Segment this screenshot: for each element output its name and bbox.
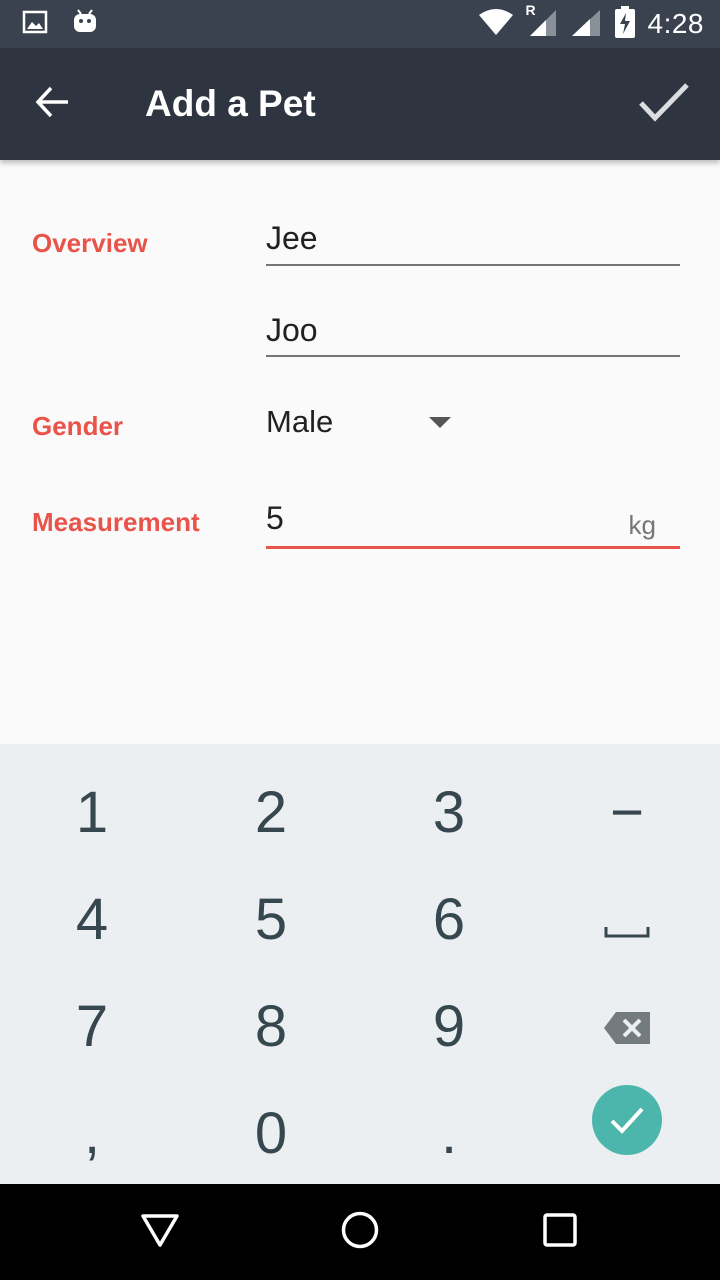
measurement-field[interactable]: 5 kg: [266, 500, 680, 549]
measurement-value: 5: [266, 500, 284, 536]
key-comma[interactable]: ,: [12, 1081, 172, 1185]
key-5[interactable]: 5: [191, 867, 351, 971]
first-name-value: Jee: [266, 220, 318, 256]
home-circle-icon: [340, 1210, 380, 1255]
gender-label: Gender: [32, 411, 124, 441]
key-9[interactable]: 9: [369, 974, 529, 1078]
navigation-bar: [0, 1184, 720, 1280]
backspace-icon: [602, 993, 652, 1060]
numeric-keyboard: 1 2 3 − 4 5 6 7 8 9 , 0 .: [0, 744, 720, 1184]
key-backspace[interactable]: [547, 974, 707, 1078]
measurement-label: Measurement: [32, 507, 200, 537]
toolbar: Add a Pet: [0, 48, 720, 160]
key-3[interactable]: 3: [369, 760, 529, 864]
overview-label: Overview: [32, 228, 148, 258]
nav-home-button[interactable]: [328, 1200, 392, 1264]
check-icon: [638, 82, 690, 127]
done-key-icon: [592, 1085, 662, 1155]
key-4[interactable]: 4: [12, 867, 172, 971]
arrow-back-icon: [34, 84, 70, 125]
key-8[interactable]: 8: [191, 974, 351, 1078]
second-name-field[interactable]: Joo: [266, 309, 680, 357]
wifi-icon: [478, 7, 514, 42]
image-notification-icon: [22, 9, 48, 40]
signal-roaming-icon: R: [526, 2, 558, 43]
battery-charging-icon: [614, 5, 636, 44]
key-6[interactable]: 6: [369, 867, 529, 971]
roaming-badge: R: [525, 1, 536, 18]
key-period[interactable]: .: [369, 1081, 529, 1185]
nav-recents-button[interactable]: [528, 1200, 592, 1264]
key-minus[interactable]: −: [547, 760, 707, 864]
key-7[interactable]: 7: [12, 974, 172, 1078]
space-icon: [604, 886, 650, 953]
page-title: Add a Pet: [145, 83, 316, 124]
key-done[interactable]: [547, 1068, 707, 1172]
status-bar: R 4:28: [0, 0, 720, 48]
key-0[interactable]: 0: [191, 1081, 351, 1185]
measurement-unit: kg: [628, 510, 656, 540]
screen: R 4:28 Add a Pet Overview Jee Joo Gender…: [0, 0, 720, 1280]
second-name-value: Joo: [266, 312, 318, 348]
first-name-field[interactable]: Jee: [266, 218, 680, 266]
back-button[interactable]: [20, 72, 84, 136]
status-time: 4:28: [647, 8, 704, 39]
dropdown-arrow-icon: [429, 417, 451, 428]
nav-back-button[interactable]: [128, 1200, 192, 1264]
done-button[interactable]: [628, 70, 700, 138]
gender-spinner[interactable]: Male: [266, 400, 466, 446]
key-space[interactable]: [547, 867, 707, 971]
recents-square-icon: [542, 1212, 578, 1253]
key-1[interactable]: 1: [12, 760, 172, 864]
key-2[interactable]: 2: [191, 760, 351, 864]
gender-value: Male: [266, 404, 334, 439]
back-triangle-icon: [140, 1212, 180, 1253]
android-notification-icon: [72, 8, 98, 41]
signal-icon: [570, 6, 602, 43]
